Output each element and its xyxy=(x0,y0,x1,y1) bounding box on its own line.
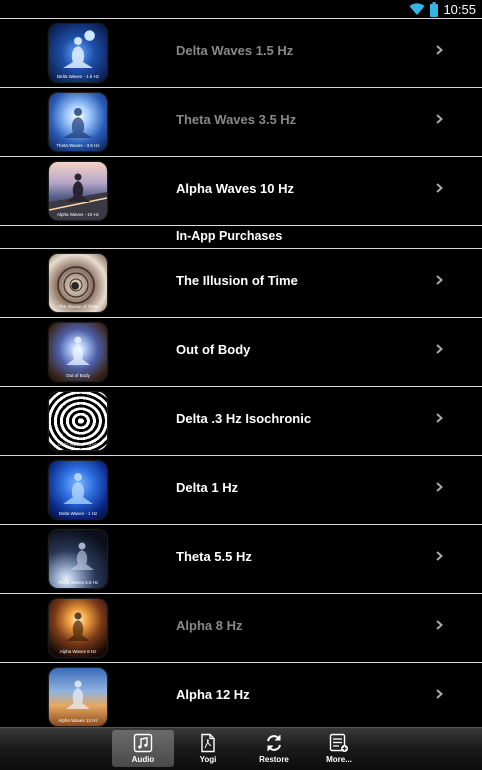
thumbnail-image: Alpha Waves 12 Hz xyxy=(49,668,107,726)
list-item-out-of-body[interactable]: Out of Body Out of Body xyxy=(0,318,482,387)
tab-label: Restore xyxy=(259,755,289,764)
thumbnail-image: Delta Waves - 1 Hz xyxy=(49,461,107,519)
tab-more[interactable]: More... xyxy=(308,730,370,767)
tab-bar: Audio Yogi Restore More... xyxy=(0,727,482,770)
row-title: Theta 5.5 Hz xyxy=(176,549,252,564)
thumbnail-caption: Theta Waves - 3.5 Hz xyxy=(56,143,100,148)
list-item-illusion-of-time[interactable]: The Illusion of Time The Illusion of Tim… xyxy=(0,249,482,318)
tab-label: More... xyxy=(326,755,352,764)
row-title: Out of Body xyxy=(176,342,251,357)
wifi-icon xyxy=(409,2,425,15)
thumbnail-image: Alpha Waves 8 Hz xyxy=(49,599,107,657)
chevron-right-icon xyxy=(436,551,443,561)
list-item-alpha-12[interactable]: Alpha Waves 12 Hz Alpha 12 Hz xyxy=(0,663,482,732)
more-list-icon xyxy=(329,733,348,752)
battery-icon xyxy=(430,1,439,17)
thumbnail-caption: Alpha Waves 12 Hz xyxy=(58,718,98,723)
status-time: 10:55 xyxy=(443,1,476,17)
status-icons: 10:55 xyxy=(409,1,476,17)
section-label: In-App Purchases xyxy=(176,229,283,243)
row-title: The Illusion of Time xyxy=(176,273,298,288)
list-item-alpha-10[interactable]: Alpha Waves - 10 Hz Alpha Waves 10 Hz xyxy=(0,157,482,226)
tab-label: Yogi xyxy=(199,755,217,764)
tab-label: Audio xyxy=(131,755,155,764)
row-title: Alpha 8 Hz xyxy=(176,618,243,633)
chevron-right-icon xyxy=(436,114,443,124)
audio-list: Delta Waves - 1.5 Hz Delta Waves 1.5 Hz … xyxy=(0,18,482,732)
thumbnail-caption: Delta Waves - .3 Hz xyxy=(58,442,98,447)
thumbnail-caption: Alpha Waves - 10 Hz xyxy=(56,212,100,217)
chevron-right-icon xyxy=(436,183,443,193)
row-title: Delta .3 Hz Isochronic xyxy=(176,411,312,426)
pdf-document-icon xyxy=(201,733,215,753)
chevron-right-icon xyxy=(436,344,443,354)
thumbnail-image: Delta Waves - .3 Hz xyxy=(49,392,107,450)
thumbnail-image: Theta Waves - 3.5 Hz xyxy=(49,93,107,151)
thumbnail-caption: Theta Waves 5.5 Hz xyxy=(57,580,99,585)
list-item-theta-5-5[interactable]: Theta Waves 5.5 Hz Theta 5.5 Hz xyxy=(0,525,482,594)
thumbnail-caption: Out of Body xyxy=(66,373,90,378)
tab-restore[interactable]: Restore xyxy=(243,730,305,767)
row-title: Delta Waves 1.5 Hz xyxy=(176,43,294,58)
chevron-right-icon xyxy=(436,689,443,699)
row-title: Delta 1 Hz xyxy=(176,480,239,495)
chevron-right-icon xyxy=(436,620,443,630)
thumbnail-caption: Delta Waves - 1 Hz xyxy=(58,511,98,516)
list-item-delta-0-3-isochronic[interactable]: Delta Waves - .3 Hz Delta .3 Hz Isochron… xyxy=(0,387,482,456)
chevron-right-icon xyxy=(436,482,443,492)
list-item-delta-1[interactable]: Delta Waves - 1 Hz Delta 1 Hz xyxy=(0,456,482,525)
thumbnail-caption: Alpha Waves 8 Hz xyxy=(59,649,97,654)
thumbnail-image: Theta Waves 5.5 Hz xyxy=(49,530,107,588)
list-item-theta-3-5[interactable]: Theta Waves - 3.5 Hz Theta Waves 3.5 Hz xyxy=(0,88,482,157)
status-bar: 10:55 xyxy=(0,0,482,18)
thumbnail-caption: Delta Waves - 1.5 Hz xyxy=(56,74,100,79)
chevron-right-icon xyxy=(436,275,443,285)
thumbnail-image: Delta Waves - 1.5 Hz xyxy=(49,24,107,82)
thumbnail-image: The Illusion of Time xyxy=(49,254,107,312)
chevron-right-icon xyxy=(436,45,443,55)
list-item-alpha-8[interactable]: Alpha Waves 8 Hz Alpha 8 Hz xyxy=(0,594,482,663)
thumbnail-image: Alpha Waves - 10 Hz xyxy=(49,162,107,220)
thumbnail-caption: The Illusion of Time xyxy=(58,304,98,309)
row-title: Theta Waves 3.5 Hz xyxy=(176,112,297,127)
tab-yogi[interactable]: Yogi xyxy=(177,730,239,767)
row-title: Alpha 12 Hz xyxy=(176,687,250,702)
row-title: Alpha Waves 10 Hz xyxy=(176,181,295,196)
tab-audio[interactable]: Audio xyxy=(112,730,174,767)
thumbnail-image: Out of Body xyxy=(49,323,107,381)
list-item-delta-1-5[interactable]: Delta Waves - 1.5 Hz Delta Waves 1.5 Hz xyxy=(0,18,482,88)
section-header-in-app-purchases: In-App Purchases xyxy=(0,226,482,249)
chevron-right-icon xyxy=(436,413,443,423)
refresh-icon xyxy=(267,735,281,751)
music-note-icon xyxy=(133,733,153,753)
